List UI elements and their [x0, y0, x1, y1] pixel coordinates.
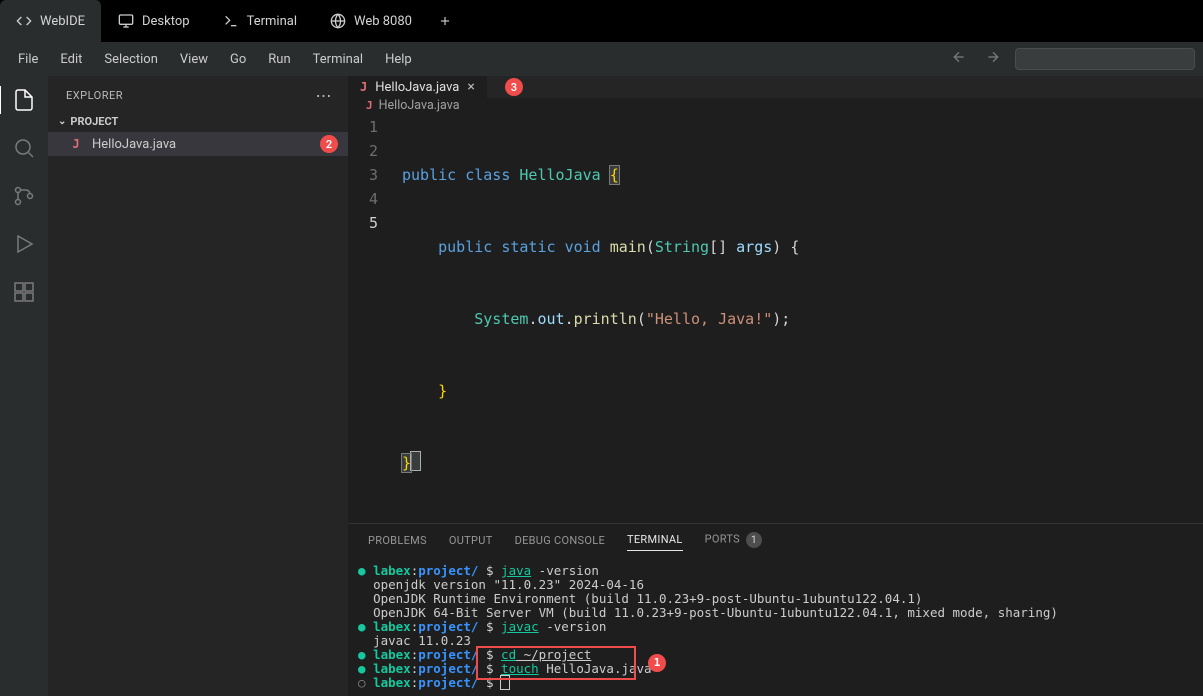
breadcrumb-file: HelloJava.java [379, 98, 460, 113]
annotation-3-badge: 3 [505, 78, 523, 96]
extensions-activity[interactable] [10, 278, 38, 306]
menu-edit[interactable]: Edit [50, 48, 92, 71]
menu-go[interactable]: Go [220, 48, 256, 71]
activity-bar [0, 76, 48, 696]
tab-webide-label: WebIDE [40, 14, 85, 29]
tab-web8080-label: Web 8080 [354, 14, 412, 29]
tab-web8080[interactable]: Web 8080 [314, 0, 429, 42]
tab-desktop-label: Desktop [142, 14, 190, 29]
editor-tab-label: HelloJava.java [375, 80, 459, 95]
annotation-2-badge: 2 [320, 135, 338, 153]
new-tab-button[interactable] [429, 0, 463, 42]
explorer-activity[interactable] [0, 86, 47, 114]
plus-icon [438, 13, 452, 29]
tab-desktop[interactable]: Desktop [102, 0, 207, 42]
search-activity[interactable] [10, 134, 38, 162]
command-center-input[interactable] [1015, 48, 1195, 70]
panel-tab-problems[interactable]: PROBLEMS [368, 534, 427, 551]
code-icon [16, 13, 32, 29]
source-control-activity[interactable] [10, 182, 38, 210]
menu-terminal[interactable]: Terminal [303, 48, 373, 71]
annotation-1-box [476, 646, 636, 680]
terminal-output[interactable]: ● labex:project/ $ java -version openjdk… [348, 558, 1203, 696]
tab-terminal-label: Terminal [247, 14, 297, 29]
code-editor[interactable]: 1 2 3 4 5 public class HelloJava { publi… [348, 113, 1203, 523]
terminal-icon [223, 13, 239, 29]
run-debug-activity[interactable] [10, 230, 38, 258]
java-file-icon: J [366, 99, 373, 112]
nav-forward-button[interactable] [981, 47, 1005, 71]
menu-bar: File Edit Selection View Go Run Terminal… [0, 42, 1203, 76]
java-file-icon: J [360, 80, 367, 94]
ports-count-badge: 1 [746, 532, 762, 548]
menu-run[interactable]: Run [258, 48, 300, 71]
panel-tab-bar: PROBLEMS OUTPUT DEBUG CONSOLE TERMINAL P… [348, 524, 1203, 558]
file-hellojava[interactable]: J HelloJava.java 2 [48, 132, 348, 156]
project-label: PROJECT [70, 115, 118, 128]
editor-area: J HelloJava.java × 3 J HelloJava.java 1 … [348, 76, 1203, 696]
nav-back-button[interactable] [947, 47, 971, 71]
tab-terminal[interactable]: Terminal [207, 0, 314, 42]
code-content: public class HelloJava { public static v… [402, 115, 1203, 523]
close-tab-button[interactable]: × [467, 79, 474, 95]
menu-file[interactable]: File [8, 48, 48, 71]
explorer-title: EXPLORER [66, 89, 123, 102]
project-folder-toggle[interactable]: ⌄ PROJECT [48, 111, 348, 132]
globe-icon [330, 13, 346, 29]
menu-selection[interactable]: Selection [94, 48, 167, 71]
annotation-1-badge: 1 [648, 654, 666, 672]
explorer-sidebar: EXPLORER ⋯ ⌄ PROJECT J HelloJava.java 2 [48, 76, 348, 696]
bottom-panel: PROBLEMS OUTPUT DEBUG CONSOLE TERMINAL P… [348, 523, 1203, 696]
text-cursor [411, 452, 420, 470]
chevron-down-icon: ⌄ [58, 116, 66, 127]
window-tabs: WebIDE Desktop Terminal Web 8080 [0, 0, 1203, 42]
tab-webide[interactable]: WebIDE [0, 0, 102, 42]
panel-tab-terminal[interactable]: TERMINAL [627, 533, 683, 551]
editor-tab-hellojava[interactable]: J HelloJava.java × [348, 76, 487, 98]
panel-tab-ports[interactable]: PORTS1 [705, 532, 762, 552]
monitor-icon [118, 13, 134, 29]
breadcrumb[interactable]: J HelloJava.java [348, 98, 1203, 113]
menu-view[interactable]: View [170, 48, 218, 71]
java-file-icon: J [68, 136, 84, 152]
menu-help[interactable]: Help [375, 48, 422, 71]
explorer-more-button[interactable]: ⋯ [316, 86, 333, 105]
file-hellojava-label: HelloJava.java [92, 137, 176, 152]
line-gutter: 1 2 3 4 5 [348, 115, 402, 523]
panel-tab-output[interactable]: OUTPUT [449, 534, 493, 551]
editor-tab-bar: J HelloJava.java × 3 [348, 76, 1203, 98]
panel-tab-debug[interactable]: DEBUG CONSOLE [515, 534, 605, 551]
